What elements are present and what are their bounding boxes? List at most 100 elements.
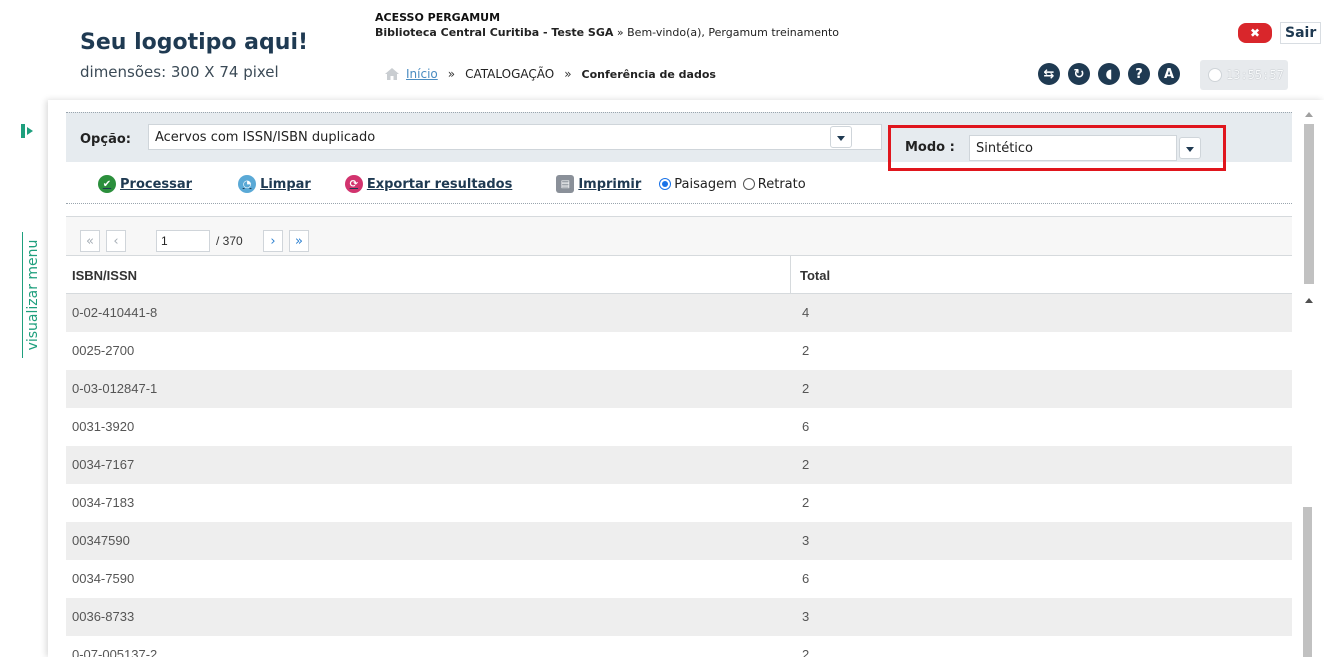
table-row[interactable]: 0-07-005137-2 2 [66, 636, 1292, 657]
option-label: Opção: [80, 132, 131, 147]
next-page-button[interactable]: › [263, 230, 283, 252]
table-row[interactable]: 0-03-012847-1 2 [66, 370, 1292, 408]
print-button[interactable]: ▤ Imprimir [556, 175, 641, 193]
cell-total: 6 [802, 571, 810, 586]
print-label: Imprimir [578, 176, 642, 192]
cell-isbn: 00347590 [72, 533, 130, 548]
process-button[interactable]: ✔ Processar [98, 175, 192, 193]
table-row[interactable]: 0025-2700 2 [66, 332, 1292, 370]
clear-button[interactable]: ◔ Limpar [238, 175, 311, 193]
last-page-button[interactable]: » [289, 230, 309, 252]
table-header: ISBN/ISSN Total [66, 256, 1292, 294]
breadcrumb-separator: » [564, 67, 572, 81]
welcome-line: Biblioteca Central Curitiba - Teste SGA … [375, 26, 839, 39]
cell-total: 3 [802, 609, 810, 624]
page-total: / 370 [216, 234, 243, 248]
results-grid: « ‹ / 370 › » ISBN/ISSN Total 0-02-41044… [66, 216, 1292, 657]
help-icon[interactable]: ? [1128, 63, 1150, 85]
logout-button[interactable]: ✖ Sair [1238, 22, 1322, 44]
option-dropdown-button[interactable] [830, 126, 852, 148]
grid-scrollbar[interactable] [1296, 293, 1312, 657]
home-icon [385, 68, 399, 80]
clock-time: 13:55:57 [1226, 68, 1284, 82]
table-row[interactable]: 0-02-410441-8 4 [66, 294, 1292, 332]
breadcrumb-current: Conferência de dados [581, 67, 716, 81]
table-row[interactable]: 0034-7183 2 [66, 484, 1292, 522]
clear-icon: ◔ [238, 175, 257, 193]
pager: « ‹ / 370 › » [66, 216, 1292, 256]
cell-isbn: 0-02-410441-8 [72, 305, 158, 320]
mode-highlight: Modo : Sintético [888, 125, 1226, 171]
show-menu-label: visualizar menu [25, 239, 41, 351]
clock-icon [1208, 68, 1222, 82]
show-menu-tab[interactable]: visualizar menu [22, 232, 42, 358]
page: Seu logotipo aqui! dimensões: 300 X 74 p… [0, 0, 1324, 657]
session-clock: 13:55:57 [1200, 60, 1288, 90]
mode-select[interactable]: Sintético [969, 135, 1177, 161]
refresh-icon[interactable]: ↻ [1068, 63, 1090, 85]
logout-label: Sair [1280, 22, 1322, 44]
page-number-input[interactable] [156, 230, 210, 252]
scroll-up-icon[interactable] [1305, 112, 1313, 117]
printer-icon: ▤ [556, 175, 575, 193]
cell-total: 4 [802, 305, 810, 320]
export-button[interactable]: ⟳ Exportar resultados [344, 175, 513, 193]
logo-title: Seu logotipo aqui! [80, 30, 309, 55]
mode-label: Modo : [905, 140, 955, 155]
cell-total: 2 [802, 647, 810, 657]
cell-isbn: 0036-8733 [72, 609, 135, 624]
a-icon[interactable]: A [1158, 63, 1180, 85]
table-row[interactable]: 0036-8733 3 [66, 598, 1292, 636]
landscape-radio-dot [659, 178, 672, 190]
clear-label: Limpar [260, 176, 311, 192]
panel-scrollbar-thumb[interactable] [1304, 124, 1314, 284]
main-panel: Opção: Acervos com ISSN/ISBN duplicado M… [48, 100, 1324, 657]
cell-total: 2 [802, 343, 810, 358]
breadcrumb-section: CATALOGAÇÃO [465, 67, 555, 81]
toolbar-icons: ⇆ ↻ ◖ ? A [1038, 63, 1180, 85]
table-row[interactable]: 0034-7590 6 [66, 560, 1292, 598]
portrait-radio[interactable]: Retrato [742, 177, 806, 192]
portrait-radio-dot [742, 178, 755, 190]
mode-dropdown-button[interactable] [1179, 137, 1201, 159]
prev-page-button[interactable]: ‹ [106, 230, 126, 252]
cell-isbn: 0-07-005137-2 [72, 647, 158, 657]
system-name: ACESSO PERGAMUM [375, 11, 501, 24]
landscape-radio[interactable]: Paisagem [659, 177, 737, 192]
table-body: 0-02-410441-8 4 0025-2700 2 0-03-012847-… [66, 294, 1292, 657]
table-row[interactable]: 0034-7167 2 [66, 446, 1292, 484]
export-icon: ⟳ [344, 175, 363, 193]
column-divider [790, 256, 791, 294]
grid-scroll-up-icon[interactable] [1305, 298, 1313, 303]
option-select[interactable]: Acervos com ISSN/ISBN duplicado [148, 124, 882, 150]
accessibility-icon[interactable]: ⇆ [1038, 63, 1060, 85]
header: Seu logotipo aqui! dimensões: 300 X 74 p… [0, 0, 1324, 100]
grid-scrollbar-thumb[interactable] [1303, 507, 1312, 657]
first-page-button[interactable]: « [80, 230, 100, 252]
cell-isbn: 0034-7167 [72, 457, 135, 472]
breadcrumb-separator: » [447, 67, 456, 81]
cell-total: 2 [802, 381, 810, 396]
cell-isbn: 0034-7590 [72, 571, 135, 586]
cell-isbn: 0034-7183 [72, 495, 135, 510]
cell-isbn: 0-03-012847-1 [72, 381, 158, 396]
column-header-isbn[interactable]: ISBN/ISSN [72, 268, 137, 283]
cell-isbn: 0031-3920 [72, 419, 135, 434]
logo-subtitle: dimensões: 300 X 74 pixel [80, 63, 279, 81]
welcome-text: » Bem-vindo(a), Pergamum treinamento [613, 26, 839, 39]
breadcrumb-home-link[interactable]: Início [406, 67, 438, 81]
check-icon: ✔ [98, 175, 116, 193]
library-name: Biblioteca Central Curitiba - Teste SGA [375, 26, 614, 39]
column-header-total[interactable]: Total [800, 268, 830, 283]
process-label: Processar [120, 176, 193, 192]
cell-total: 2 [802, 457, 810, 472]
landscape-label: Paisagem [674, 176, 737, 192]
sidebar-toggle-icon[interactable] [21, 124, 35, 138]
table-row[interactable]: 0031-3920 6 [66, 408, 1292, 446]
table-row[interactable]: 00347590 3 [66, 522, 1292, 560]
guide-icon[interactable]: ◖ [1098, 63, 1120, 85]
cell-isbn: 0025-2700 [72, 343, 135, 358]
action-bar: ✔ Processar ◔ Limpar ⟳ Exportar resultad… [98, 172, 806, 196]
export-label: Exportar resultados [366, 176, 513, 192]
cell-total: 3 [802, 533, 810, 548]
